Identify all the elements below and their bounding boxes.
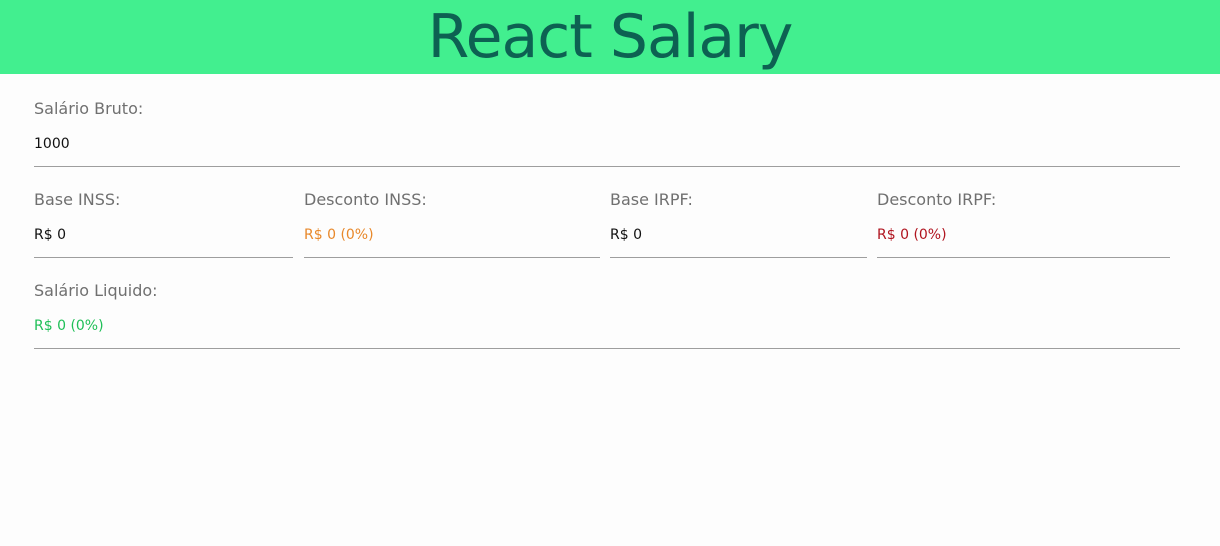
desconto-irpf-underline xyxy=(877,257,1170,258)
desconto-inss-label: Desconto INSS: xyxy=(304,190,427,209)
base-irpf-label: Base IRPF: xyxy=(610,190,693,209)
salario-bruto-input[interactable] xyxy=(34,136,1180,152)
salario-liquido-underline xyxy=(34,348,1180,349)
base-irpf-underline xyxy=(610,257,867,258)
desconto-inss-field: Desconto INSS: xyxy=(304,190,600,258)
salario-bruto-underline xyxy=(34,166,1180,167)
salario-bruto-label: Salário Bruto: xyxy=(34,99,144,118)
salario-liquido-field: Salário Liquido: xyxy=(34,281,1180,349)
salario-liquido-input[interactable] xyxy=(34,318,1180,334)
desconto-irpf-label: Desconto IRPF: xyxy=(877,190,997,209)
base-irpf-field: Base IRPF: xyxy=(610,190,867,258)
base-inss-label: Base INSS: xyxy=(34,190,121,209)
salario-bruto-field: Salário Bruto: xyxy=(34,99,1180,167)
base-inss-field: Base INSS: xyxy=(34,190,293,258)
app-header: React Salary xyxy=(0,0,1220,74)
app-title: React Salary xyxy=(427,2,794,72)
desconto-irpf-input[interactable] xyxy=(877,227,1170,243)
desconto-inss-input[interactable] xyxy=(304,227,600,243)
desconto-irpf-field: Desconto IRPF: xyxy=(877,190,1170,258)
base-inss-underline xyxy=(34,257,293,258)
base-irpf-input[interactable] xyxy=(610,227,867,243)
salario-liquido-label: Salário Liquido: xyxy=(34,281,158,300)
desconto-inss-underline xyxy=(304,257,600,258)
base-inss-input[interactable] xyxy=(34,227,293,243)
